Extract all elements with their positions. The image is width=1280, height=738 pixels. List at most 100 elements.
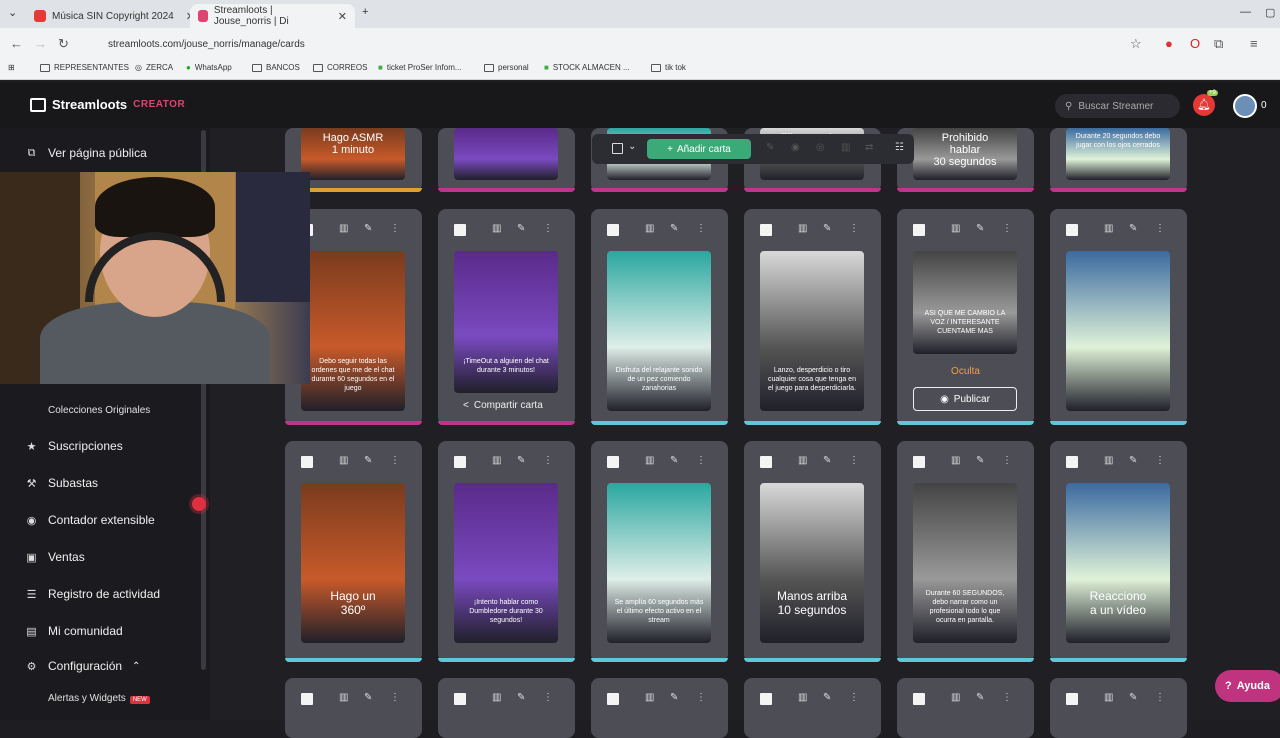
move-icon[interactable]: ⇄ <box>865 142 873 153</box>
publish-button[interactable]: ◉ Publicar <box>913 387 1017 411</box>
card-artwork[interactable]: ¡Intento hablar como Dumbledore durante … <box>454 483 558 643</box>
sidebar-item-counter[interactable]: ◉ Contador extensible <box>25 513 155 527</box>
sidebar-item-collections[interactable]: Colecciones Originales <box>48 405 150 416</box>
eye-icon[interactable]: ◉ <box>791 142 800 153</box>
card-select-checkbox[interactable] <box>1066 224 1078 236</box>
more-icon[interactable]: ⋮ <box>696 692 706 703</box>
list-view-icon[interactable]: ☷ <box>895 142 904 153</box>
sidebar-item-alerts[interactable]: Alertas y Widgets NEW <box>48 693 150 704</box>
sidebar-item-community[interactable]: ▤ Mi comunidad <box>25 624 122 638</box>
card-artwork[interactable]: Hago ASMR 1 minuto <box>301 128 405 180</box>
stats-icon[interactable]: ▥ <box>1104 223 1113 234</box>
bookmark-personal[interactable]: personal <box>484 63 529 72</box>
reload-icon[interactable]: ↻ <box>58 36 69 52</box>
more-icon[interactable]: ⋮ <box>1155 223 1165 234</box>
stats-icon[interactable]: ▥ <box>1104 455 1113 466</box>
bookmark-zerca[interactable]: ◎ ZERCA <box>135 63 173 72</box>
more-icon[interactable]: ⋮ <box>543 223 553 234</box>
stats-icon[interactable]: ▥ <box>492 455 501 466</box>
streamloots-logo[interactable]: Streamloots CREATOR <box>30 97 185 112</box>
streamer-search-input[interactable]: ⚲ Buscar Streamer <box>1055 94 1180 118</box>
stats-icon[interactable]: ▥ <box>1104 692 1113 703</box>
card-select-checkbox[interactable] <box>760 456 772 468</box>
edit-icon[interactable]: ✎ <box>1129 223 1137 234</box>
browser-tab-music[interactable]: Música SIN Copyright 2024 ✕ <box>26 4 203 28</box>
card-artwork[interactable]: Debo seguir todas las ordenes que me de … <box>301 251 405 411</box>
stats-icon[interactable]: ▥ <box>951 692 960 703</box>
edit-icon[interactable]: ✎ <box>823 223 831 234</box>
card-select-checkbox[interactable] <box>607 456 619 468</box>
sidebar-item-config[interactable]: ⚙ Configuración ⌃ <box>25 659 141 673</box>
card-artwork[interactable]: ¡TimeOut a alguien del chat durante 3 mi… <box>454 251 558 393</box>
share-card-link[interactable]: < Compartir carta <box>463 400 543 411</box>
card-artwork[interactable]: Se amplía 60 segundos más el último efec… <box>607 483 711 643</box>
edit-icon[interactable]: ✎ <box>823 692 831 703</box>
card-artwork[interactable]: Prohibido hablar 30 segundos <box>913 128 1017 180</box>
bookmark-tiktok[interactable]: tik tok <box>651 63 686 72</box>
bookmark-ticket[interactable]: ■ ticket ProSer Infom... <box>378 63 462 72</box>
close-tab-icon[interactable]: ✕ <box>338 10 347 23</box>
card-select-checkbox[interactable] <box>1066 693 1078 705</box>
card-select-checkbox[interactable] <box>760 693 772 705</box>
edit-icon[interactable]: ✎ <box>670 223 678 234</box>
stats-icon[interactable]: ▥ <box>645 455 654 466</box>
more-icon[interactable]: ⋮ <box>1002 692 1012 703</box>
more-icon[interactable]: ⋮ <box>1155 692 1165 703</box>
card-select-checkbox[interactable] <box>454 693 466 705</box>
url-input[interactable]: streamloots.com/jouse_norris/manage/card… <box>86 33 1156 55</box>
more-icon[interactable]: ⋮ <box>390 455 400 466</box>
edit-icon[interactable]: ✎ <box>364 692 372 703</box>
stats-icon[interactable]: ▥ <box>339 455 348 466</box>
card-select-checkbox[interactable] <box>607 224 619 236</box>
maximize-icon[interactable]: ▢ <box>1265 6 1275 19</box>
back-icon[interactable]: ← <box>10 36 23 51</box>
more-icon[interactable]: ⋮ <box>696 455 706 466</box>
stats-icon[interactable]: ▥ <box>492 692 501 703</box>
stats-icon[interactable]: ▥ <box>798 692 807 703</box>
stats-icon[interactable]: ▥ <box>798 223 807 234</box>
trash-icon[interactable]: ▥ <box>841 142 850 153</box>
edit-icon[interactable]: ✎ <box>517 223 525 234</box>
more-icon[interactable]: ⋮ <box>543 692 553 703</box>
more-icon[interactable]: ⋮ <box>390 223 400 234</box>
browser-tab-streamloots[interactable]: Streamloots | Jouse_norris | Di ✕ <box>190 4 355 28</box>
stats-icon[interactable]: ▥ <box>951 455 960 466</box>
bookmark-representantes[interactable]: REPRESENTANTES <box>40 63 129 72</box>
minimize-icon[interactable]: — <box>1240 6 1251 18</box>
card-artwork[interactable]: Manos arriba 10 segundos <box>760 483 864 643</box>
chevron-down-icon[interactable]: ⌄ <box>628 141 636 152</box>
more-icon[interactable]: ⋮ <box>543 455 553 466</box>
edit-icon[interactable]: ✎ <box>976 692 984 703</box>
card-select-checkbox[interactable] <box>760 224 772 236</box>
hide-icon[interactable]: ◎ <box>816 142 825 153</box>
sidebar-item-sales[interactable]: ▣ Ventas <box>25 550 84 564</box>
select-all-checkbox[interactable] <box>612 143 623 154</box>
card-select-checkbox[interactable] <box>1066 456 1078 468</box>
apps-grid-icon[interactable]: ⊞ <box>8 63 15 72</box>
edit-icon[interactable]: ✎ <box>670 455 678 466</box>
edit-icon[interactable]: ✎ <box>976 455 984 466</box>
card-artwork[interactable]: Lanzo, desperdicio o tiro cualquier cosa… <box>760 251 864 411</box>
more-icon[interactable]: ⋮ <box>1002 223 1012 234</box>
more-icon[interactable]: ⋮ <box>849 455 859 466</box>
stats-icon[interactable]: ▥ <box>645 692 654 703</box>
stats-icon[interactable]: ▥ <box>645 223 654 234</box>
add-card-button[interactable]: + Añadir carta <box>647 139 751 159</box>
help-button[interactable]: ? Ayuda <box>1215 670 1280 702</box>
card-artwork[interactable]: Durante 60 SEGUNDOS, debo narrar como un… <box>913 483 1017 643</box>
stats-icon[interactable]: ▥ <box>798 455 807 466</box>
card-select-checkbox[interactable] <box>913 456 925 468</box>
edit-icon[interactable]: ✎ <box>670 692 678 703</box>
edit-icon[interactable]: ✎ <box>766 142 774 153</box>
card-select-checkbox[interactable] <box>913 693 925 705</box>
more-icon[interactable]: ⋮ <box>1155 455 1165 466</box>
notifications-bell-icon[interactable]: 🔔︎ <box>1193 94 1215 116</box>
new-tab-icon[interactable]: + <box>362 6 368 18</box>
edit-icon[interactable]: ✎ <box>517 692 525 703</box>
sidebar-item-auctions[interactable]: ⚒ Subastas <box>25 476 98 490</box>
bookmark-bancos[interactable]: BANCOS <box>252 63 300 72</box>
card-artwork[interactable]: Hago un 360º <box>301 483 405 643</box>
edit-icon[interactable]: ✎ <box>823 455 831 466</box>
reading-list-icon[interactable]: ≡ <box>1250 36 1258 51</box>
record-indicator[interactable] <box>192 497 206 511</box>
